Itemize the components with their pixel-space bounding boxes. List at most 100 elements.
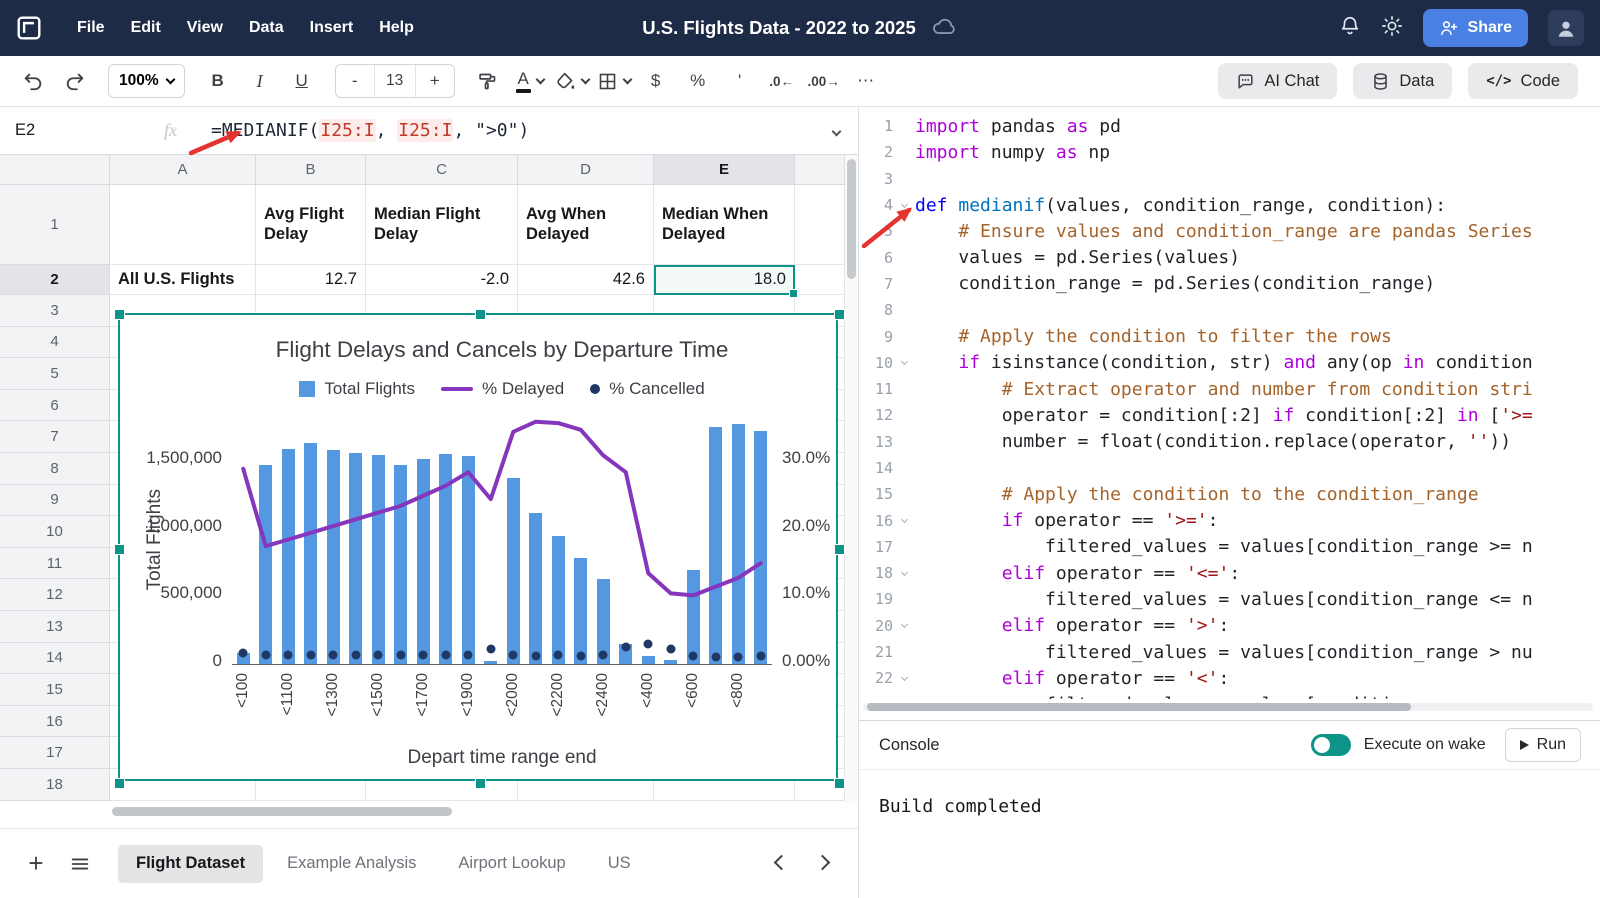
code-line-8[interactable]: 8	[859, 297, 1600, 323]
redo-button[interactable]	[56, 63, 94, 99]
chart-resize-handle[interactable]	[114, 309, 125, 320]
grid-vertical-scrollbar[interactable]	[845, 155, 858, 803]
font-size-increase-button[interactable]: +	[416, 65, 454, 97]
column-header-F[interactable]	[795, 155, 845, 185]
code-line-7[interactable]: 7 condition_range = pd.Series(condition_…	[859, 271, 1600, 297]
code-line-22[interactable]: 22 elif operator == '<':	[859, 665, 1600, 691]
code-line-13[interactable]: 13 number = float(condition.replace(oper…	[859, 429, 1600, 455]
menu-item-edit[interactable]: Edit	[118, 12, 174, 44]
row-header-3[interactable]: 3	[0, 295, 110, 327]
document-title[interactable]: U.S. Flights Data - 2022 to 2025	[642, 17, 915, 39]
row-header-10[interactable]: 10	[0, 516, 110, 548]
chart-resize-handle[interactable]	[834, 309, 845, 320]
decrease-decimals-button[interactable]: .0←	[763, 63, 801, 99]
ai-chat-button[interactable]: AI Chat	[1218, 63, 1337, 99]
menu-item-data[interactable]: Data	[236, 12, 297, 44]
row-header-17[interactable]: 17	[0, 737, 110, 769]
code-line-15[interactable]: 15 # Apply the condition to the conditio…	[859, 481, 1600, 507]
execute-on-wake-toggle[interactable]	[1311, 734, 1351, 756]
cell-A2[interactable]: All U.S. Flights	[110, 265, 256, 295]
column-header-E[interactable]: E	[654, 155, 795, 185]
sheet-tab-us[interactable]: US	[590, 845, 631, 883]
tabs-scroll-right-button[interactable]	[817, 855, 828, 873]
theme-toggle-sun-icon[interactable]	[1381, 15, 1403, 42]
chart-resize-handle[interactable]	[475, 778, 486, 789]
code-editor[interactable]: 1import pandas as pd2import numpy as np3…	[859, 113, 1600, 699]
code-horizontal-scrollbar[interactable]	[859, 701, 1600, 713]
tabs-scroll-left-button[interactable]	[776, 855, 787, 873]
user-avatar[interactable]	[1548, 10, 1584, 46]
sheet-tab-example-analysis[interactable]: Example Analysis	[269, 845, 434, 883]
app-logo-icon[interactable]	[16, 15, 42, 41]
fold-chevron-icon[interactable]	[893, 361, 915, 364]
row-header-14[interactable]: 14	[0, 643, 110, 675]
row-header-11[interactable]: 11	[0, 548, 110, 580]
row-header-2[interactable]: 2	[0, 265, 110, 295]
code-line-14[interactable]: 14	[859, 455, 1600, 481]
code-line-17[interactable]: 17 filtered_values = values[condition_ra…	[859, 534, 1600, 560]
column-header-D[interactable]: D	[518, 155, 654, 185]
fold-chevron-icon[interactable]	[893, 204, 915, 207]
data-button[interactable]: Data	[1353, 63, 1452, 99]
row-header-12[interactable]: 12	[0, 579, 110, 611]
scrollbar-thumb[interactable]	[112, 807, 452, 816]
code-line-12[interactable]: 12 operator = condition[:2] if condition…	[859, 402, 1600, 428]
menu-item-help[interactable]: Help	[366, 12, 427, 44]
fill-color-button[interactable]	[553, 63, 591, 99]
paint-format-button[interactable]	[469, 63, 507, 99]
format-quote-button[interactable]: '	[721, 63, 759, 99]
cell-B2[interactable]: 12.7	[256, 265, 366, 295]
row-header-9[interactable]: 9	[0, 485, 110, 517]
row-header-6[interactable]: 6	[0, 390, 110, 422]
underline-button[interactable]: U	[283, 63, 321, 99]
text-color-button[interactable]: A	[511, 63, 549, 99]
menu-item-view[interactable]: View	[174, 12, 236, 44]
row-header-5[interactable]: 5	[0, 358, 110, 390]
cell-E1[interactable]: Median When Delayed	[654, 185, 795, 265]
cell-C1[interactable]: Median Flight Delay	[366, 185, 518, 265]
font-size-value[interactable]: 13	[374, 65, 416, 97]
code-button[interactable]: </> Code	[1468, 63, 1578, 99]
run-button[interactable]: Run	[1505, 728, 1581, 762]
code-line-4[interactable]: 4def medianif(values, condition_range, c…	[859, 192, 1600, 218]
code-line-5[interactable]: 5 # Ensure values and condition_range ar…	[859, 218, 1600, 244]
format-currency-button[interactable]: $	[637, 63, 675, 99]
fill-handle[interactable]	[789, 289, 798, 298]
formula-input[interactable]: =MEDIANIF(I25:I, I25:I, ">0")	[211, 120, 529, 141]
undo-button[interactable]	[14, 63, 52, 99]
cell-C2[interactable]: -2.0	[366, 265, 518, 295]
chart-resize-handle[interactable]	[114, 544, 125, 555]
borders-button[interactable]	[595, 63, 633, 99]
row-header-7[interactable]: 7	[0, 421, 110, 453]
formula-expand-chevron-icon[interactable]	[833, 122, 840, 140]
code-line-1[interactable]: 1import pandas as pd	[859, 113, 1600, 139]
menu-item-insert[interactable]: Insert	[297, 12, 367, 44]
share-button[interactable]: Share	[1423, 9, 1528, 47]
cell-reference-box[interactable]: E2	[0, 121, 164, 140]
code-line-18[interactable]: 18 elif operator == '<=':	[859, 560, 1600, 586]
row-header-15[interactable]: 15	[0, 674, 110, 706]
chart-resize-handle[interactable]	[834, 544, 845, 555]
menu-item-file[interactable]: File	[64, 12, 118, 44]
font-size-decrease-button[interactable]: -	[336, 65, 374, 97]
chart-resize-handle[interactable]	[475, 309, 486, 320]
code-line-6[interactable]: 6 values = pd.Series(values)	[859, 244, 1600, 270]
code-line-2[interactable]: 2import numpy as np	[859, 139, 1600, 165]
increase-decimals-button[interactable]: .00→	[805, 63, 843, 99]
add-sheet-button[interactable]: +	[14, 844, 58, 884]
sheet-list-menu-button[interactable]	[58, 844, 102, 884]
column-header-C[interactable]: C	[366, 155, 518, 185]
grid-horizontal-scrollbar[interactable]	[0, 804, 845, 820]
scrollbar-thumb[interactable]	[847, 159, 856, 279]
chart-resize-handle[interactable]	[834, 778, 845, 789]
chart-resize-handle[interactable]	[114, 778, 125, 789]
fold-chevron-icon[interactable]	[893, 624, 915, 627]
row-header-8[interactable]: 8	[0, 453, 110, 485]
code-line-11[interactable]: 11 # Extract operator and number from co…	[859, 376, 1600, 402]
cell-D1[interactable]: Avg When Delayed	[518, 185, 654, 265]
bold-button[interactable]: B	[199, 63, 237, 99]
zoom-select[interactable]: 100%	[108, 64, 185, 98]
cell-F1[interactable]	[795, 185, 845, 265]
code-line-20[interactable]: 20 elif operator == '>':	[859, 613, 1600, 639]
fold-chevron-icon[interactable]	[893, 677, 915, 680]
